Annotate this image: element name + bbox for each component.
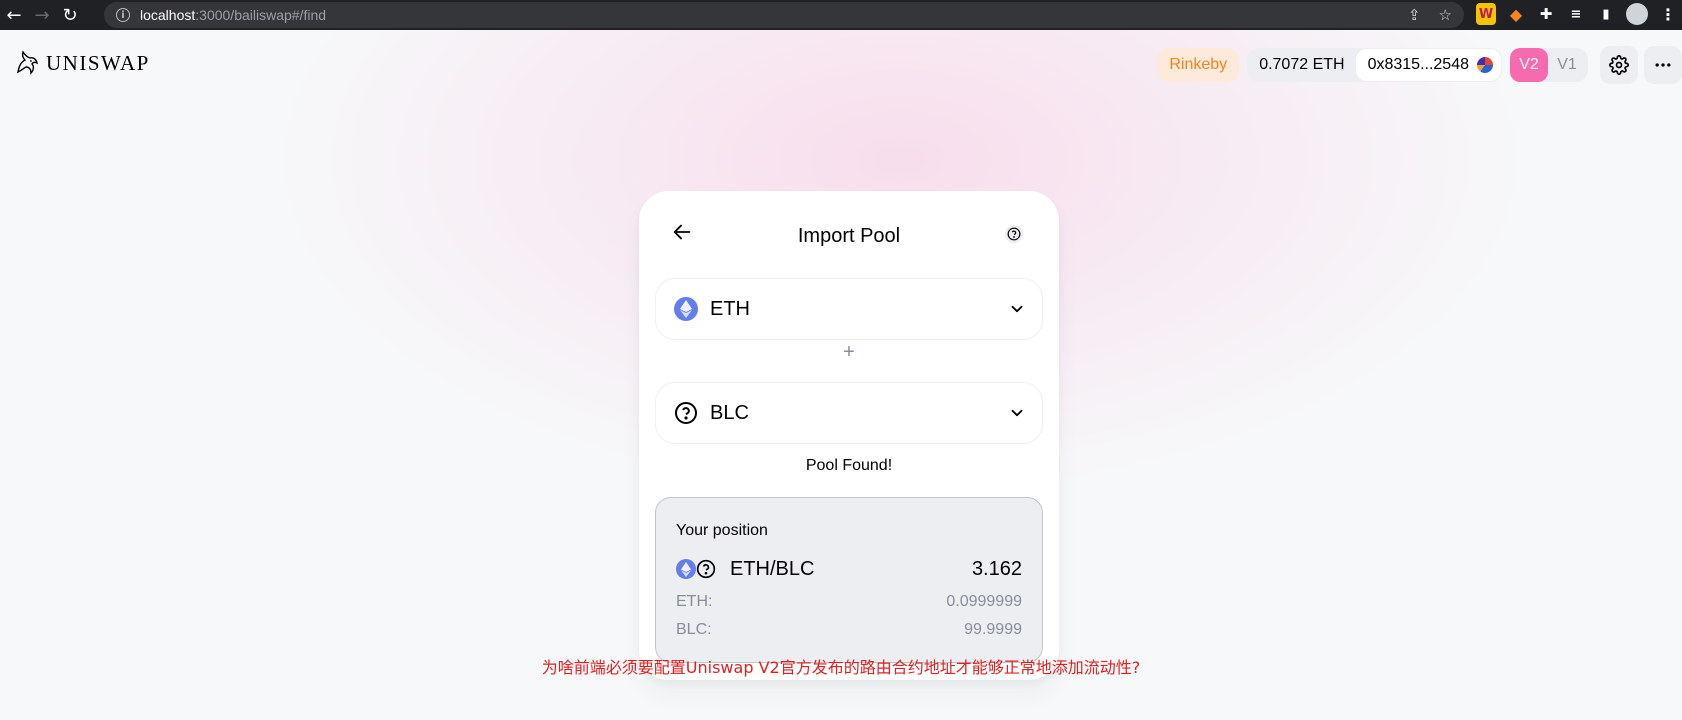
uniswap-logo[interactable]: UNISWAP bbox=[14, 50, 150, 76]
profile-avatar[interactable] bbox=[1626, 3, 1648, 25]
back-arrow-icon[interactable]: ← bbox=[0, 3, 28, 27]
pool-status-text: Pool Found! bbox=[805, 457, 893, 474]
question-icon bbox=[1007, 227, 1021, 241]
import-pool-card: Import Pool ETH + BLC Pool Found! Your p… bbox=[639, 191, 1059, 680]
eth-balance: 0.7072 ETH bbox=[1259, 56, 1345, 73]
media-list-icon[interactable]: ≡ bbox=[1566, 3, 1586, 25]
chevron-down-icon bbox=[1011, 409, 1023, 417]
eth-icon bbox=[674, 297, 698, 321]
pair-name: ETH/BLC bbox=[730, 557, 815, 580]
gear-icon bbox=[1609, 55, 1629, 75]
pooled-blc-row: BLC: 99.9999 bbox=[676, 621, 1022, 639]
url-path: :3000/bailiswap#/find bbox=[195, 7, 327, 23]
card-header: Import Pool bbox=[639, 191, 1059, 281]
page-title: Import Pool bbox=[797, 225, 901, 247]
browser-toolbar: ← → ↻ i localhost:3000/bailiswap#/find ⇪… bbox=[0, 0, 1682, 30]
token1-symbol: BLC bbox=[710, 401, 749, 424]
pooled-blc-value: 99.9999 bbox=[964, 621, 1022, 638]
address-bar[interactable]: i localhost:3000/bailiswap#/find ⇪ ☆ bbox=[104, 2, 1464, 28]
app-background: UNISWAP Rinkeby 0.7072 ETH 0x8315...2548… bbox=[0, 30, 1682, 720]
header-controls: Rinkeby 0.7072 ETH 0x8315...2548 V2 V1 bbox=[1157, 46, 1682, 84]
token1-select-button[interactable]: BLC bbox=[655, 382, 1043, 444]
version-v2-button[interactable]: V2 bbox=[1510, 48, 1548, 82]
reload-icon[interactable]: ↻ bbox=[56, 3, 84, 27]
identicon-icon bbox=[1477, 57, 1493, 73]
pooled-eth-value: 0.0999999 bbox=[946, 593, 1022, 610]
extensions-puzzle-icon[interactable]: ✚ bbox=[1536, 3, 1556, 25]
logo-wordmark: UNISWAP bbox=[46, 50, 150, 75]
eth-icon bbox=[676, 559, 696, 579]
unicorn-icon bbox=[17, 50, 39, 75]
metamask-fox-icon[interactable]: ◆ bbox=[1506, 3, 1526, 25]
more-menu-button[interactable] bbox=[1644, 46, 1682, 84]
account-panel[interactable]: 0.7072 ETH 0x8315...2548 bbox=[1247, 48, 1502, 82]
site-info-icon[interactable]: i bbox=[116, 8, 130, 22]
position-pair-row: ETH/BLC 3.162 bbox=[676, 554, 1022, 584]
browser-menu-icon[interactable]: ⋮ bbox=[1658, 3, 1678, 25]
share-icon[interactable]: ⇪ bbox=[1408, 6, 1421, 24]
help-button[interactable] bbox=[1005, 225, 1023, 243]
settings-button[interactable] bbox=[1600, 46, 1638, 84]
plus-icon: + bbox=[843, 341, 855, 363]
position-card: Your position ETH/BLC 3.162 ETH: 0.09999… bbox=[655, 497, 1043, 663]
version-v1-button[interactable]: V1 bbox=[1548, 56, 1586, 74]
more-horizontal-icon bbox=[1655, 63, 1671, 67]
url-host: localhost bbox=[140, 7, 196, 23]
side-panel-icon[interactable]: ▮ bbox=[1596, 3, 1616, 25]
wallet-address-button[interactable]: 0x8315...2548 bbox=[1354, 48, 1502, 82]
pool-token-amount: 3.162 bbox=[971, 557, 1022, 580]
annotation-note: 为啥前端必须要配置Uniswap V2官方发布的路由合约地址才能够正常地添加流动… bbox=[541, 658, 1141, 677]
double-currency-logo bbox=[676, 559, 716, 579]
wallet-address: 0x8315...2548 bbox=[1367, 56, 1469, 73]
pooled-blc-label: BLC: bbox=[676, 621, 712, 638]
version-toggle[interactable]: V2 V1 bbox=[1510, 48, 1588, 82]
token0-symbol: ETH bbox=[710, 297, 750, 320]
chevron-down-icon bbox=[1011, 305, 1023, 313]
pooled-eth-label: ETH: bbox=[676, 593, 713, 610]
bookmark-star-icon[interactable]: ☆ bbox=[1439, 6, 1452, 24]
forward-arrow-icon[interactable]: → bbox=[28, 3, 56, 27]
question-icon bbox=[696, 559, 716, 579]
position-title: Your position bbox=[676, 522, 768, 539]
network-badge: Rinkeby bbox=[1157, 48, 1240, 82]
token0-select-button[interactable]: ETH bbox=[655, 278, 1043, 340]
pooled-eth-row: ETH: 0.0999999 bbox=[676, 593, 1022, 611]
extension-w-icon[interactable]: W bbox=[1476, 3, 1496, 25]
question-icon bbox=[675, 402, 697, 424]
